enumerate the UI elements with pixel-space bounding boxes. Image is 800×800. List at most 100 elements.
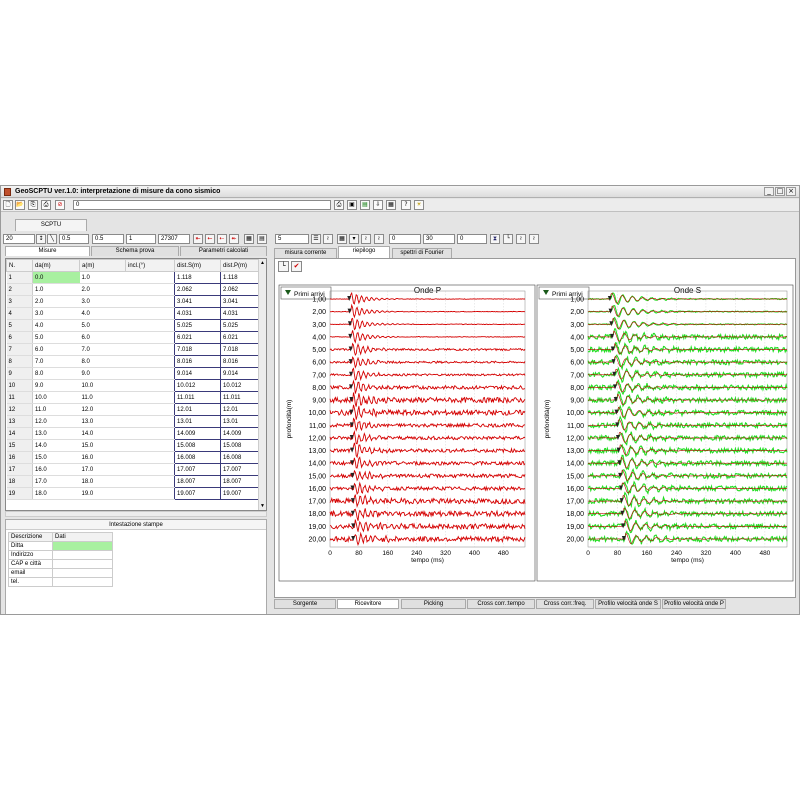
table-row[interactable]: 11 10.0 11.0 11.011 11.011 bbox=[6, 391, 261, 404]
report-icon[interactable]: ▦ bbox=[386, 200, 396, 210]
table-row[interactable]: 19 18.0 19.0 19.007 19.007 bbox=[6, 487, 261, 500]
grid-header-0[interactable]: N. bbox=[6, 259, 33, 272]
table-row[interactable]: 2 1.0 2.0 2.062 2.062 bbox=[6, 283, 261, 296]
grid-cell[interactable] bbox=[125, 307, 175, 320]
checkmark-icon[interactable]: ✔ bbox=[291, 261, 302, 272]
grid-cell[interactable]: 3.0 bbox=[32, 307, 80, 320]
grid-cell[interactable]: 9.0 bbox=[32, 379, 80, 392]
grid-cell[interactable] bbox=[125, 415, 175, 428]
bottom-tab[interactable]: Profilo velocità onde S bbox=[595, 599, 661, 609]
table-row[interactable]: 1 0.0 1.0 1.118 1.118 bbox=[6, 271, 261, 284]
bottom-tab[interactable]: Picking bbox=[401, 599, 466, 609]
grid-cell[interactable]: 2.062 bbox=[220, 283, 261, 296]
trace-icon-5[interactable]: ≀ bbox=[529, 234, 539, 244]
tab-misura-corrente[interactable]: misura corrente bbox=[274, 248, 337, 258]
table-row[interactable]: 6 5.0 6.0 6.021 6.021 bbox=[6, 331, 261, 344]
grid-cell[interactable]: 4.031 bbox=[220, 307, 261, 320]
grid-cell[interactable]: 18.0 bbox=[32, 487, 80, 500]
grid-cell[interactable]: 3.041 bbox=[220, 295, 261, 308]
grid-cell[interactable]: 7.0 bbox=[79, 343, 126, 356]
grid-cell[interactable]: 7.0 bbox=[32, 355, 80, 368]
grid-cell[interactable] bbox=[125, 295, 175, 308]
grid-cell[interactable]: 1.0 bbox=[32, 283, 80, 296]
grid-cell[interactable]: 7.018 bbox=[174, 343, 221, 356]
table-icon[interactable]: ▦ bbox=[337, 234, 347, 244]
grid-cell[interactable]: 9.014 bbox=[220, 367, 261, 380]
grid-cell[interactable]: 2.0 bbox=[32, 295, 80, 308]
receiver-count-input[interactable]: 20 bbox=[3, 234, 35, 244]
grid-cell[interactable]: 1.0 bbox=[79, 271, 126, 284]
grid-cell[interactable]: 8.0 bbox=[32, 367, 80, 380]
help-icon[interactable]: ? bbox=[401, 200, 411, 210]
grid-cell[interactable]: 14.009 bbox=[220, 427, 261, 440]
grid-cell[interactable]: 4.0 bbox=[79, 307, 126, 320]
grid-cell[interactable] bbox=[125, 343, 175, 356]
print-header-value[interactable] bbox=[52, 568, 113, 578]
grid-cell[interactable]: 15.0 bbox=[79, 439, 126, 452]
copy-icon[interactable]: ⎘ bbox=[28, 200, 38, 210]
grid-cell[interactable]: 6.0 bbox=[79, 331, 126, 344]
table-row[interactable]: 14 13.0 14.0 14.009 14.009 bbox=[6, 427, 261, 440]
grid-cell[interactable] bbox=[125, 271, 175, 284]
grid-icon[interactable]: ▦ bbox=[244, 234, 254, 244]
grid-cell[interactable]: 10.012 bbox=[174, 379, 221, 392]
grid-cell[interactable]: 11.011 bbox=[174, 391, 221, 404]
grid-cell[interactable]: 9.0 bbox=[79, 367, 126, 380]
axis-tool-icon[interactable]: └ bbox=[278, 261, 289, 272]
grid-cell[interactable]: 10.0 bbox=[79, 379, 126, 392]
grid-vertical-scrollbar[interactable]: ▲ ▼ bbox=[258, 259, 266, 510]
grid-cell[interactable] bbox=[125, 439, 175, 452]
grid-cell[interactable]: 5.0 bbox=[32, 331, 80, 344]
minimize-button[interactable]: _ bbox=[764, 187, 774, 196]
table-row[interactable]: 8 7.0 8.0 8.016 8.016 bbox=[6, 355, 261, 368]
value-input-3[interactable]: 1 bbox=[126, 234, 156, 244]
paste-icon[interactable]: ⎙ bbox=[41, 200, 51, 210]
dropdown-icon[interactable]: ▾ bbox=[349, 234, 359, 244]
print-header-value[interactable] bbox=[52, 550, 113, 560]
trace-icon-3[interactable]: ≀ bbox=[374, 234, 384, 244]
grid-cell[interactable] bbox=[125, 283, 175, 296]
chart-icon[interactable]: ▤ bbox=[360, 200, 370, 210]
value-input-6[interactable]: 0 bbox=[389, 234, 421, 244]
tab-riepilogo[interactable]: riepilogo bbox=[338, 246, 390, 258]
grid-cell[interactable]: 11.0 bbox=[79, 391, 126, 404]
grid-cell[interactable]: 4.031 bbox=[174, 307, 221, 320]
grid-cell[interactable]: 6.021 bbox=[220, 331, 261, 344]
scroll-up-icon[interactable]: ▲ bbox=[259, 259, 266, 267]
grid-cell[interactable] bbox=[125, 451, 175, 464]
stop-icon[interactable]: ⊘ bbox=[55, 200, 65, 210]
grid-cell[interactable]: 19.0 bbox=[79, 487, 126, 500]
grid-cell[interactable] bbox=[125, 379, 175, 392]
grid-cell[interactable]: 17.0 bbox=[32, 475, 80, 488]
new-file-icon[interactable]: 🗋 bbox=[3, 200, 13, 210]
close-button[interactable]: × bbox=[786, 187, 796, 196]
grid-cell[interactable] bbox=[125, 475, 175, 488]
trace-icon-2[interactable]: ≀ bbox=[361, 234, 371, 244]
grid-cell[interactable]: 17.007 bbox=[220, 463, 261, 476]
grid-cell[interactable] bbox=[125, 403, 175, 416]
grid-cell[interactable]: 1.118 bbox=[220, 271, 261, 284]
bottom-tab[interactable]: Ricevitore bbox=[337, 599, 399, 609]
grid-cell[interactable]: 13.0 bbox=[79, 415, 126, 428]
grid-cell[interactable]: 18.007 bbox=[174, 475, 221, 488]
grid-cell[interactable] bbox=[125, 355, 175, 368]
open-file-icon[interactable]: 📂 bbox=[15, 200, 25, 210]
trace-icon[interactable]: ≀ bbox=[323, 234, 333, 244]
grid-cell[interactable] bbox=[125, 391, 175, 404]
grid-cell[interactable]: 8.0 bbox=[79, 355, 126, 368]
print-icon[interactable]: ⎙ bbox=[334, 200, 344, 210]
grid-icon-2[interactable]: ▤ bbox=[257, 234, 267, 244]
grid-cell[interactable]: 1.118 bbox=[174, 271, 221, 284]
spin-icon[interactable]: ↕ bbox=[36, 234, 46, 244]
tab-misure[interactable]: Misure bbox=[5, 246, 90, 256]
bottom-tab[interactable]: Cross corr.:freq. bbox=[536, 599, 594, 609]
grid-header-4[interactable]: dist.S(m) bbox=[174, 259, 221, 272]
arrow-left-icon-2[interactable]: ← bbox=[205, 234, 215, 244]
grid-cell[interactable]: 7.018 bbox=[220, 343, 261, 356]
grid-cell[interactable]: 0.0 bbox=[32, 271, 80, 284]
grid-cell[interactable]: 15.0 bbox=[32, 451, 80, 464]
grid-cell[interactable]: 14.0 bbox=[32, 439, 80, 452]
table-row[interactable]: 12 11.0 12.0 12.01 12.01 bbox=[6, 403, 261, 416]
grid-cell[interactable] bbox=[125, 319, 175, 332]
grid-cell[interactable]: 10.0 bbox=[32, 391, 80, 404]
